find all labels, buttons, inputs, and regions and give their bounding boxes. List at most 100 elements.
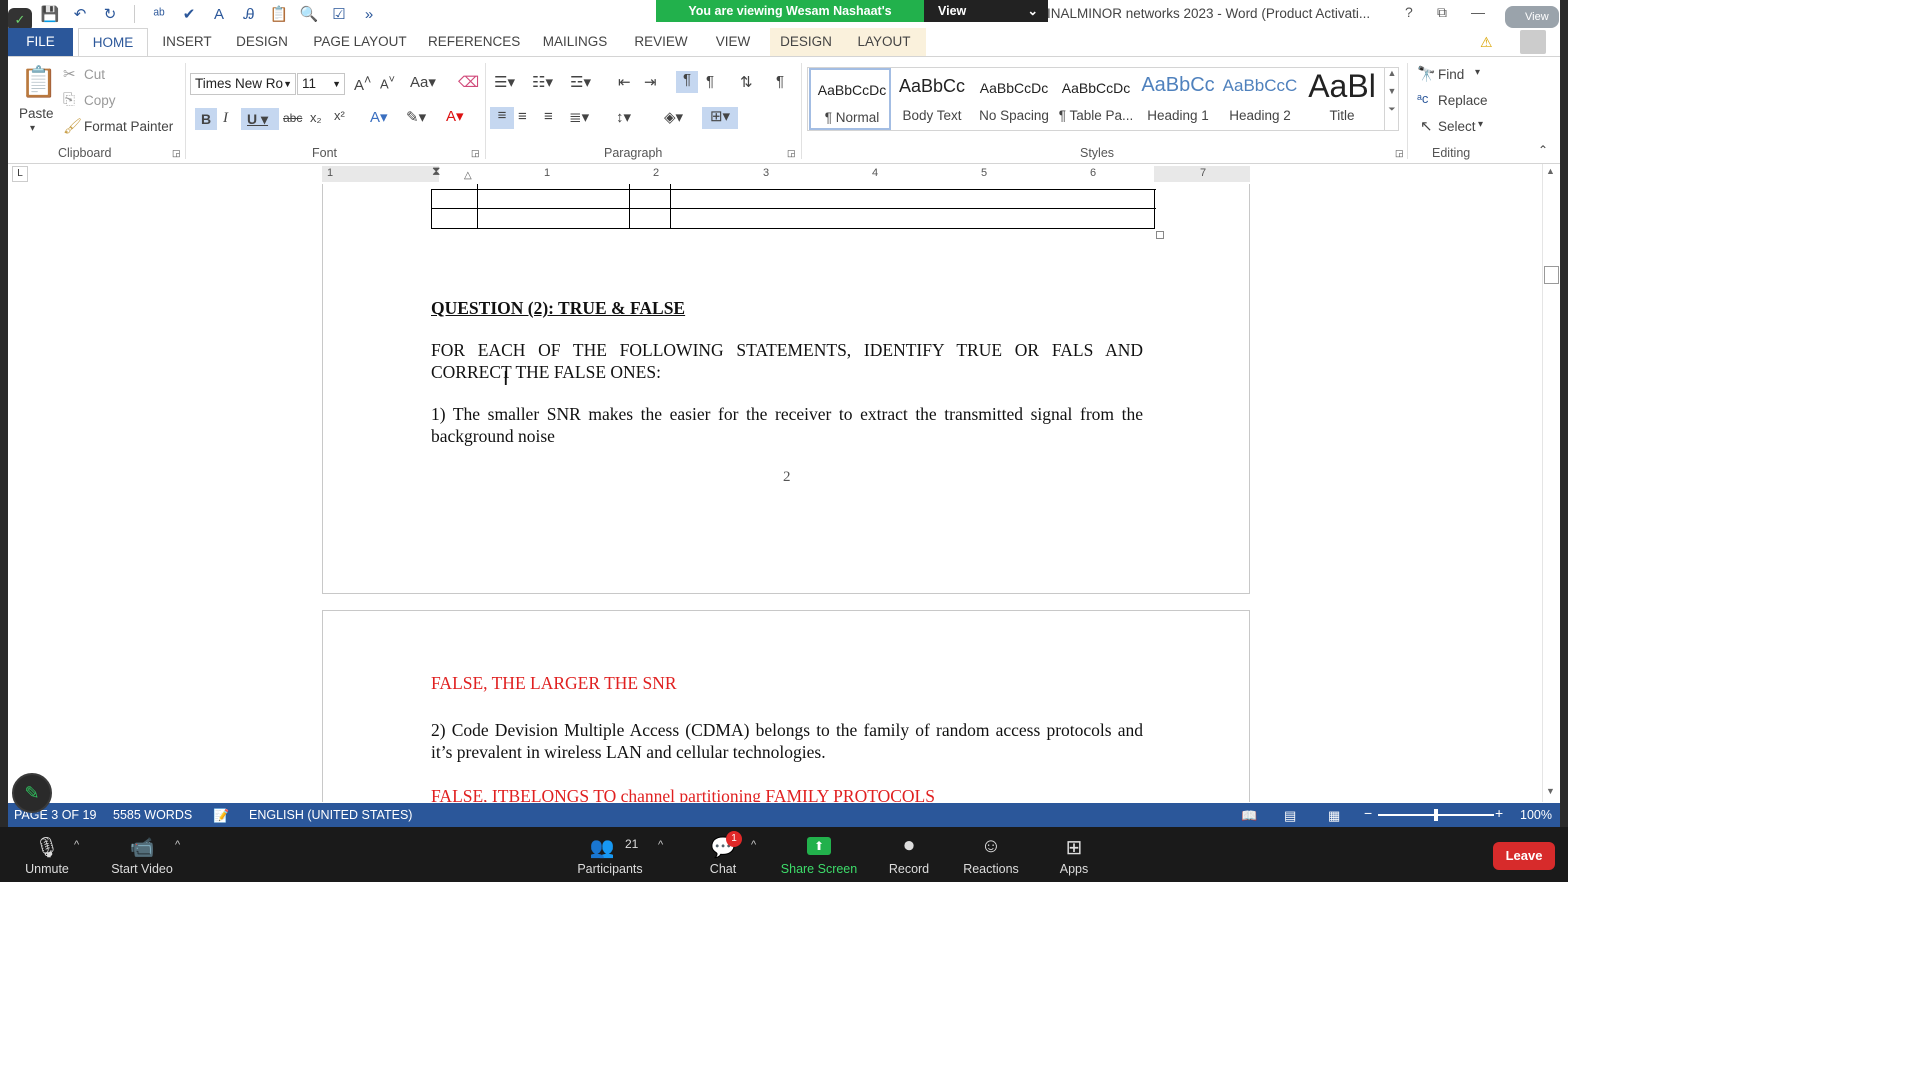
- increase-indent-icon[interactable]: ⇥: [644, 73, 657, 91]
- vertical-scrollbar[interactable]: ▲ ▼: [1542, 164, 1560, 802]
- chevron-up-icon[interactable]: ^: [74, 839, 79, 851]
- tab-view[interactable]: VIEW: [708, 28, 758, 56]
- align-left-icon[interactable]: ≡: [490, 107, 514, 129]
- style-table-paragraph[interactable]: AaBbCcDc ¶ Table Pa...: [1055, 68, 1137, 130]
- zoom-level[interactable]: 100%: [1520, 808, 1552, 822]
- chevron-up-icon[interactable]: ^: [175, 839, 180, 851]
- numbering-icon[interactable]: ☷▾: [532, 73, 553, 91]
- web-layout-icon[interactable]: ▦: [1328, 808, 1340, 824]
- chevron-down-icon[interactable]: ▾: [1478, 119, 1483, 130]
- replace-button[interactable]: Replace: [1438, 93, 1488, 108]
- redo-icon[interactable]: ↻: [98, 3, 122, 25]
- help-icon[interactable]: ?: [1405, 4, 1413, 20]
- style-title[interactable]: AaBl Title: [1301, 68, 1383, 130]
- highlight-icon[interactable]: ✎▾: [406, 108, 426, 126]
- find-button[interactable]: Find: [1438, 67, 1464, 82]
- apps-button[interactable]: ⊞ Apps: [1054, 827, 1094, 882]
- paste-dropdown-icon[interactable]: ▾: [30, 123, 35, 134]
- cut-button[interactable]: Cut: [84, 67, 105, 82]
- sort-icon[interactable]: ⇅: [740, 73, 753, 91]
- gallery-scroll[interactable]: ▲ ▼ ⏷: [1384, 68, 1399, 130]
- ruler-bar[interactable]: 1 1 2 3 4 5 6 7 ⧗ △: [322, 164, 1250, 182]
- show-formatting-icon[interactable]: ¶: [776, 73, 784, 90]
- rtl-icon[interactable]: ¶: [706, 73, 714, 90]
- bullets-icon[interactable]: ☰▾: [494, 73, 515, 91]
- tab-references[interactable]: REFERENCES: [428, 28, 520, 56]
- annotate-pencil-icon[interactable]: ✎: [12, 773, 52, 813]
- print-layout-icon[interactable]: ▤: [1284, 808, 1296, 824]
- tab-selector-icon[interactable]: L: [12, 166, 28, 182]
- dialog-launcher-icon[interactable]: ◲: [787, 148, 796, 159]
- tab-home[interactable]: HOME: [78, 28, 148, 56]
- paste-icon[interactable]: 📋: [20, 65, 57, 100]
- font-family-select[interactable]: Times New Ro ▼: [190, 73, 296, 95]
- dialog-launcher-icon[interactable]: ◲: [172, 148, 181, 159]
- style-heading-1[interactable]: AaBbCc Heading 1: [1137, 68, 1219, 130]
- scroll-down-icon[interactable]: ▼: [1546, 786, 1555, 796]
- chevron-up-icon[interactable]: ^: [751, 839, 756, 851]
- change-case-icon[interactable]: Aa▾: [410, 73, 436, 91]
- participants-button[interactable]: 👥 21 Participants: [572, 827, 648, 882]
- print-preview-icon[interactable]: 🔍: [297, 3, 321, 25]
- style-body-text[interactable]: AaBbCc Body Text: [891, 68, 973, 130]
- zoom-in-icon[interactable]: +: [1495, 805, 1503, 821]
- avatar[interactable]: [1520, 30, 1546, 54]
- dialog-launcher-icon[interactable]: ◲: [471, 148, 480, 159]
- start-video-button[interactable]: 📹 Start Video: [104, 827, 180, 882]
- leave-button[interactable]: Leave: [1493, 842, 1555, 870]
- zoom-slider[interactable]: [1378, 809, 1494, 821]
- font-style-icon[interactable]: A: [207, 3, 231, 25]
- chevron-down-icon[interactable]: ▾: [1475, 67, 1480, 78]
- chevron-down-icon[interactable]: ▼: [1385, 86, 1399, 96]
- minimize-icon[interactable]: —: [1471, 4, 1485, 20]
- justify-icon[interactable]: ≣▾: [569, 108, 589, 126]
- zoom-slider-thumb[interactable]: [1434, 809, 1438, 821]
- tab-table-layout[interactable]: LAYOUT: [842, 28, 926, 56]
- collapse-ribbon-icon[interactable]: ⌃: [1538, 143, 1548, 157]
- ltr-icon[interactable]: ¶: [676, 71, 698, 93]
- gallery-more-icon[interactable]: ⏷: [1385, 104, 1399, 115]
- proofing-icon[interactable]: 📝: [213, 808, 229, 824]
- style-heading-2[interactable]: AaBbCcC Heading 2: [1219, 68, 1301, 130]
- italic-icon[interactable]: I: [223, 110, 228, 127]
- underline-icon[interactable]: U ▾: [241, 108, 279, 130]
- paste-special-icon[interactable]: 📋: [267, 3, 291, 25]
- multilevel-list-icon[interactable]: ☲▾: [570, 73, 591, 91]
- line-spacing-icon[interactable]: ↕▾: [616, 108, 631, 126]
- spelling-icon[interactable]: ᵃᵇ: [147, 3, 171, 25]
- subscript-icon[interactable]: x₂: [310, 110, 322, 125]
- tab-insert[interactable]: INSERT: [158, 28, 216, 56]
- borders-icon[interactable]: ⊞▾: [702, 107, 738, 129]
- table[interactable]: [431, 184, 1156, 229]
- dialog-launcher-icon[interactable]: ◲: [1395, 148, 1404, 159]
- tab-file[interactable]: FILE: [8, 28, 73, 56]
- clear-formatting-icon[interactable]: ⌫: [458, 73, 479, 91]
- select-button[interactable]: Select: [1438, 119, 1476, 134]
- view-options-button[interactable]: View Options ⌄: [924, 0, 1048, 40]
- tab-page-layout[interactable]: PAGE LAYOUT: [310, 28, 410, 56]
- zoom-out-icon[interactable]: −: [1364, 805, 1372, 821]
- page[interactable]: FALSE, THE LARGER THE SNR 2) Code Devisi…: [322, 610, 1250, 802]
- tab-design[interactable]: DESIGN: [232, 28, 292, 56]
- text-effects-icon[interactable]: A▾: [370, 108, 388, 126]
- scroll-up-icon[interactable]: ▲: [1546, 166, 1555, 176]
- font-color-icon[interactable]: A▾: [446, 107, 464, 125]
- strikethrough-icon[interactable]: abc: [283, 111, 302, 125]
- style-no-spacing[interactable]: AaBbCcDc No Spacing: [973, 68, 1055, 130]
- chevron-up-icon[interactable]: ▲: [1385, 68, 1399, 78]
- shading-icon[interactable]: ◈▾: [664, 108, 683, 126]
- style-normal[interactable]: AaBbCcDc ¶ Normal: [809, 68, 891, 130]
- read-mode-icon[interactable]: 📖: [1241, 808, 1257, 824]
- form-icon[interactable]: ☑: [327, 3, 351, 25]
- bold-icon[interactable]: B: [195, 108, 217, 130]
- more-commands-icon[interactable]: »: [357, 3, 381, 25]
- page[interactable]: QUESTION (2): TRUE & FALSE FOR EACH OF T…: [322, 184, 1250, 594]
- copy-button[interactable]: Copy: [84, 93, 116, 108]
- view-button[interactable]: View: [1505, 6, 1559, 28]
- spell-check-icon[interactable]: ✔: [177, 3, 201, 25]
- scroll-thumb[interactable]: [1544, 266, 1559, 284]
- save-icon[interactable]: 💾: [38, 3, 62, 25]
- table-resize-handle[interactable]: [1156, 231, 1164, 239]
- unmute-button[interactable]: 🎙 Unmute: [14, 827, 80, 882]
- hanging-indent-icon[interactable]: △: [464, 170, 472, 181]
